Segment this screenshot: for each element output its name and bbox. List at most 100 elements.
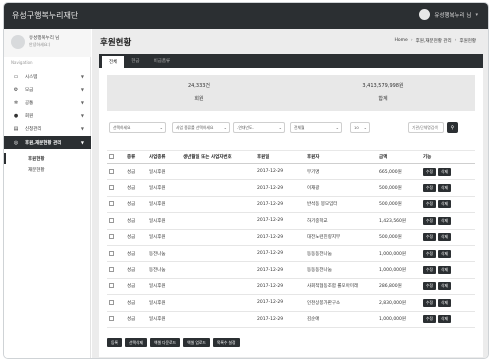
sidebar-item-members[interactable]: ● 회원 ▼ xyxy=(4,109,91,122)
cell-business-type: 일시후원 xyxy=(147,294,181,312)
delete-button[interactable]: 삭제 xyxy=(438,184,451,193)
row-checkbox[interactable] xyxy=(107,245,125,263)
profile-card: 유성행복누리 님 안녕하세요:) xyxy=(4,29,91,57)
table-row: 성금 일시후원 2017-12-29 김순애 1,000,000원 수정 삭제 xyxy=(107,311,475,328)
cell-date: 2017-12-29 xyxy=(255,278,305,296)
cell-business-type: 일시후원 xyxy=(147,278,181,296)
row-checkbox[interactable] xyxy=(107,311,125,328)
sidebar-subitem-distribution-status[interactable]: 재분현황 xyxy=(4,164,91,175)
delete-button[interactable]: 삭제 xyxy=(438,282,451,291)
tab-bar: 전체 현금 비금품류 xyxy=(99,54,483,68)
tab-cash[interactable]: 현금 xyxy=(124,54,146,68)
business-type-select[interactable]: 사업 종류를 선택하세요 ⌄ xyxy=(172,122,230,133)
column-header-kind[interactable]: 종류 xyxy=(125,150,147,164)
cell-amount: 1,000,000원 xyxy=(377,245,421,263)
cell-business-type: 일시후원 xyxy=(147,229,181,246)
breadcrumb-home[interactable]: Home xyxy=(395,38,408,44)
row-checkbox[interactable] xyxy=(107,229,125,246)
select-all-checkbox[interactable] xyxy=(107,150,125,164)
donation-table: 종류 사업종류 생년월일 또는 사업자번호 후원일 후원자 금액 기능 성금 일… xyxy=(107,150,475,328)
delete-button[interactable]: 삭제 xyxy=(438,167,451,176)
cell-donor: 김순애 xyxy=(305,311,377,328)
globe-icon: ◎ xyxy=(13,139,19,146)
edit-button[interactable]: 수정 xyxy=(423,233,436,242)
cell-amount: 500,000원 xyxy=(377,229,421,246)
row-checkbox[interactable] xyxy=(107,294,125,312)
chevron-down-icon: ⌄ xyxy=(159,125,163,130)
sidebar-subitem-donation-status[interactable]: 후원현황 xyxy=(4,153,91,164)
cell-actions: 수정 삭제 xyxy=(421,163,475,181)
tab-non-monetary[interactable]: 비금품류 xyxy=(147,54,178,68)
chevron-down-icon: ⌄ xyxy=(363,125,367,130)
category-select[interactable]: 선택하세요 ⌄ xyxy=(109,122,166,133)
cell-date: 2017-12-29 xyxy=(255,245,305,263)
sidebar-item-donation-management[interactable]: ◎ 후원,재분현황 관리 ▼ xyxy=(4,136,91,149)
delete-button[interactable]: 삭제 xyxy=(438,298,451,307)
row-checkbox[interactable] xyxy=(107,261,125,279)
breadcrumb-section[interactable]: 후원,재분현황 관리 xyxy=(416,38,452,44)
breadcrumb-separator: › xyxy=(454,38,457,43)
search-input[interactable] xyxy=(408,122,444,133)
column-header-id-number[interactable]: 생년월일 또는 사업자번호 xyxy=(181,150,255,164)
excel-download-button[interactable]: 엑셀 다운로드 xyxy=(149,338,181,347)
edit-button[interactable]: 수정 xyxy=(423,216,436,225)
sidebar-item-system[interactable]: ▭ 시스템 ▼ xyxy=(4,70,91,83)
gear-icon: ✲ xyxy=(13,99,19,106)
month-select[interactable]: 전체월 ⌄ xyxy=(290,122,342,133)
search-button[interactable]: ⚲ xyxy=(447,122,458,133)
delete-button[interactable]: 삭제 xyxy=(438,315,451,324)
profile-name: 유성행복누리 님 xyxy=(29,36,60,41)
row-checkbox[interactable] xyxy=(107,179,125,197)
user-menu[interactable]: 유성행복누리 님 ▾ xyxy=(419,9,478,20)
edit-button[interactable]: 수정 xyxy=(423,184,436,193)
chevron-down-icon: ▾ xyxy=(475,11,478,18)
column-header-amount[interactable]: 금액 xyxy=(377,150,421,164)
edit-button[interactable]: 수정 xyxy=(423,249,436,258)
list-count-settings-button[interactable]: 목록수 설정 xyxy=(212,338,240,347)
cell-kind: 성금 xyxy=(125,278,147,296)
cell-id-number xyxy=(181,261,255,279)
delete-button[interactable]: 삭제 xyxy=(438,216,451,225)
delete-button[interactable]: 삭제 xyxy=(438,266,451,275)
tab-all[interactable]: 전체 xyxy=(102,56,125,68)
cell-id-number xyxy=(181,179,255,197)
cell-id-number xyxy=(181,294,255,312)
edit-button[interactable]: 수정 xyxy=(423,266,436,275)
edit-button[interactable]: 수정 xyxy=(423,298,436,307)
row-checkbox[interactable] xyxy=(107,163,125,181)
cell-kind: 성금 xyxy=(125,229,147,246)
year-select-value: -연대년도- xyxy=(237,124,254,130)
year-select[interactable]: -연대년도- ⌄ xyxy=(233,122,285,133)
breadcrumb-separator: › xyxy=(410,38,413,43)
summary-amount: 3,413,579,998원 합계 xyxy=(291,82,475,102)
row-checkbox[interactable] xyxy=(107,196,125,214)
edit-button[interactable]: 수정 xyxy=(423,315,436,324)
edit-button[interactable]: 수정 xyxy=(423,282,436,291)
avatar xyxy=(11,35,25,49)
delete-selected-button[interactable]: 선택삭제 xyxy=(125,338,147,347)
cell-donor: 동동동전나눔 xyxy=(305,261,377,279)
row-checkbox[interactable] xyxy=(107,278,125,296)
row-checkbox[interactable] xyxy=(107,212,125,230)
column-header-business-type[interactable]: 사업종류 xyxy=(147,150,181,164)
sidebar-item-common[interactable]: ✲ 공통 ▼ xyxy=(4,96,91,109)
cell-amount: 1,000,000원 xyxy=(377,311,421,328)
register-button[interactable]: 등록 xyxy=(107,338,122,347)
sidebar-item-fundraising[interactable]: ⚙ 모금 ▼ xyxy=(4,83,91,96)
column-header-donor[interactable]: 후원자 xyxy=(305,150,377,164)
edit-button[interactable]: 수정 xyxy=(423,167,436,176)
cell-donor: 하기중학교 xyxy=(305,212,377,230)
sidebar-item-label: 후원,재분현황 관리 xyxy=(25,140,62,146)
delete-button[interactable]: 삭제 xyxy=(438,249,451,258)
excel-upload-button[interactable]: 엑셀 업로드 xyxy=(183,338,210,347)
delete-button[interactable]: 삭제 xyxy=(438,233,451,242)
sidebar-item-applications[interactable]: ▤ 신청관리 ▼ xyxy=(4,122,91,135)
edit-button[interactable]: 수정 xyxy=(423,200,436,209)
cell-donor: 사회적협동조합 롤모아미래 xyxy=(305,278,377,296)
delete-button[interactable]: 삭제 xyxy=(438,200,451,209)
cell-donor: 무기명 xyxy=(305,163,377,181)
page-size-select[interactable]: 10 ⌄ xyxy=(350,122,370,133)
column-header-date[interactable]: 후원일 xyxy=(255,150,305,164)
chevron-down-icon: ⌄ xyxy=(278,125,282,130)
cell-date: 2017-12-29 xyxy=(255,261,305,279)
